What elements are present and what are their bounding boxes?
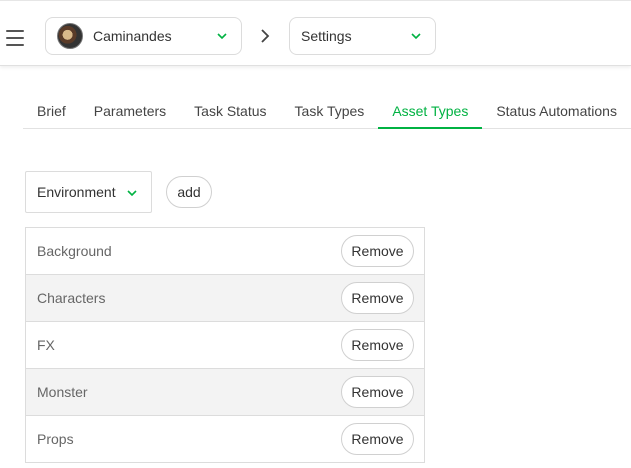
section-selector[interactable]: Settings [289,17,436,55]
asset-type-select[interactable]: Environment [25,171,152,213]
chevron-down-icon [411,33,421,40]
remove-button[interactable]: Remove [341,282,414,314]
list-item: Background Remove [26,228,424,275]
asset-type-name: Characters [37,290,106,306]
production-avatar [57,23,83,49]
tab-task-status[interactable]: Task Status [180,97,280,129]
settings-tabs: Brief Parameters Task Status Task Types … [23,97,631,129]
hamburger-menu-icon[interactable] [6,30,24,46]
asset-type-select-value: Environment [37,184,116,200]
chevron-down-icon [127,190,137,197]
production-name: Caminandes [93,28,172,44]
tab-parameters[interactable]: Parameters [80,97,180,129]
tab-brief[interactable]: Brief [23,97,80,129]
list-item: FX Remove [26,322,424,369]
list-item: Props Remove [26,416,424,463]
remove-button[interactable]: Remove [341,329,414,361]
section-label: Settings [301,28,352,44]
asset-type-name: Props [37,431,74,447]
tab-task-types[interactable]: Task Types [281,97,379,129]
tab-asset-types[interactable]: Asset Types [378,97,483,129]
production-selector[interactable]: Caminandes [45,17,242,55]
chevron-right-icon [261,29,270,43]
asset-type-name: FX [37,337,55,353]
list-item: Characters Remove [26,275,424,322]
remove-button[interactable]: Remove [341,376,414,408]
add-button[interactable]: add [166,176,212,208]
asset-type-name: Background [37,243,112,259]
asset-type-list: Background Remove Characters Remove FX R… [25,227,425,463]
remove-button[interactable]: Remove [341,235,414,267]
remove-button[interactable]: Remove [341,423,414,455]
asset-type-name: Monster [37,384,88,400]
chevron-down-icon [217,33,227,40]
top-bar: Caminandes Settings [0,0,631,66]
list-item: Monster Remove [26,369,424,416]
tab-status-automations[interactable]: Status Automations [482,97,631,129]
